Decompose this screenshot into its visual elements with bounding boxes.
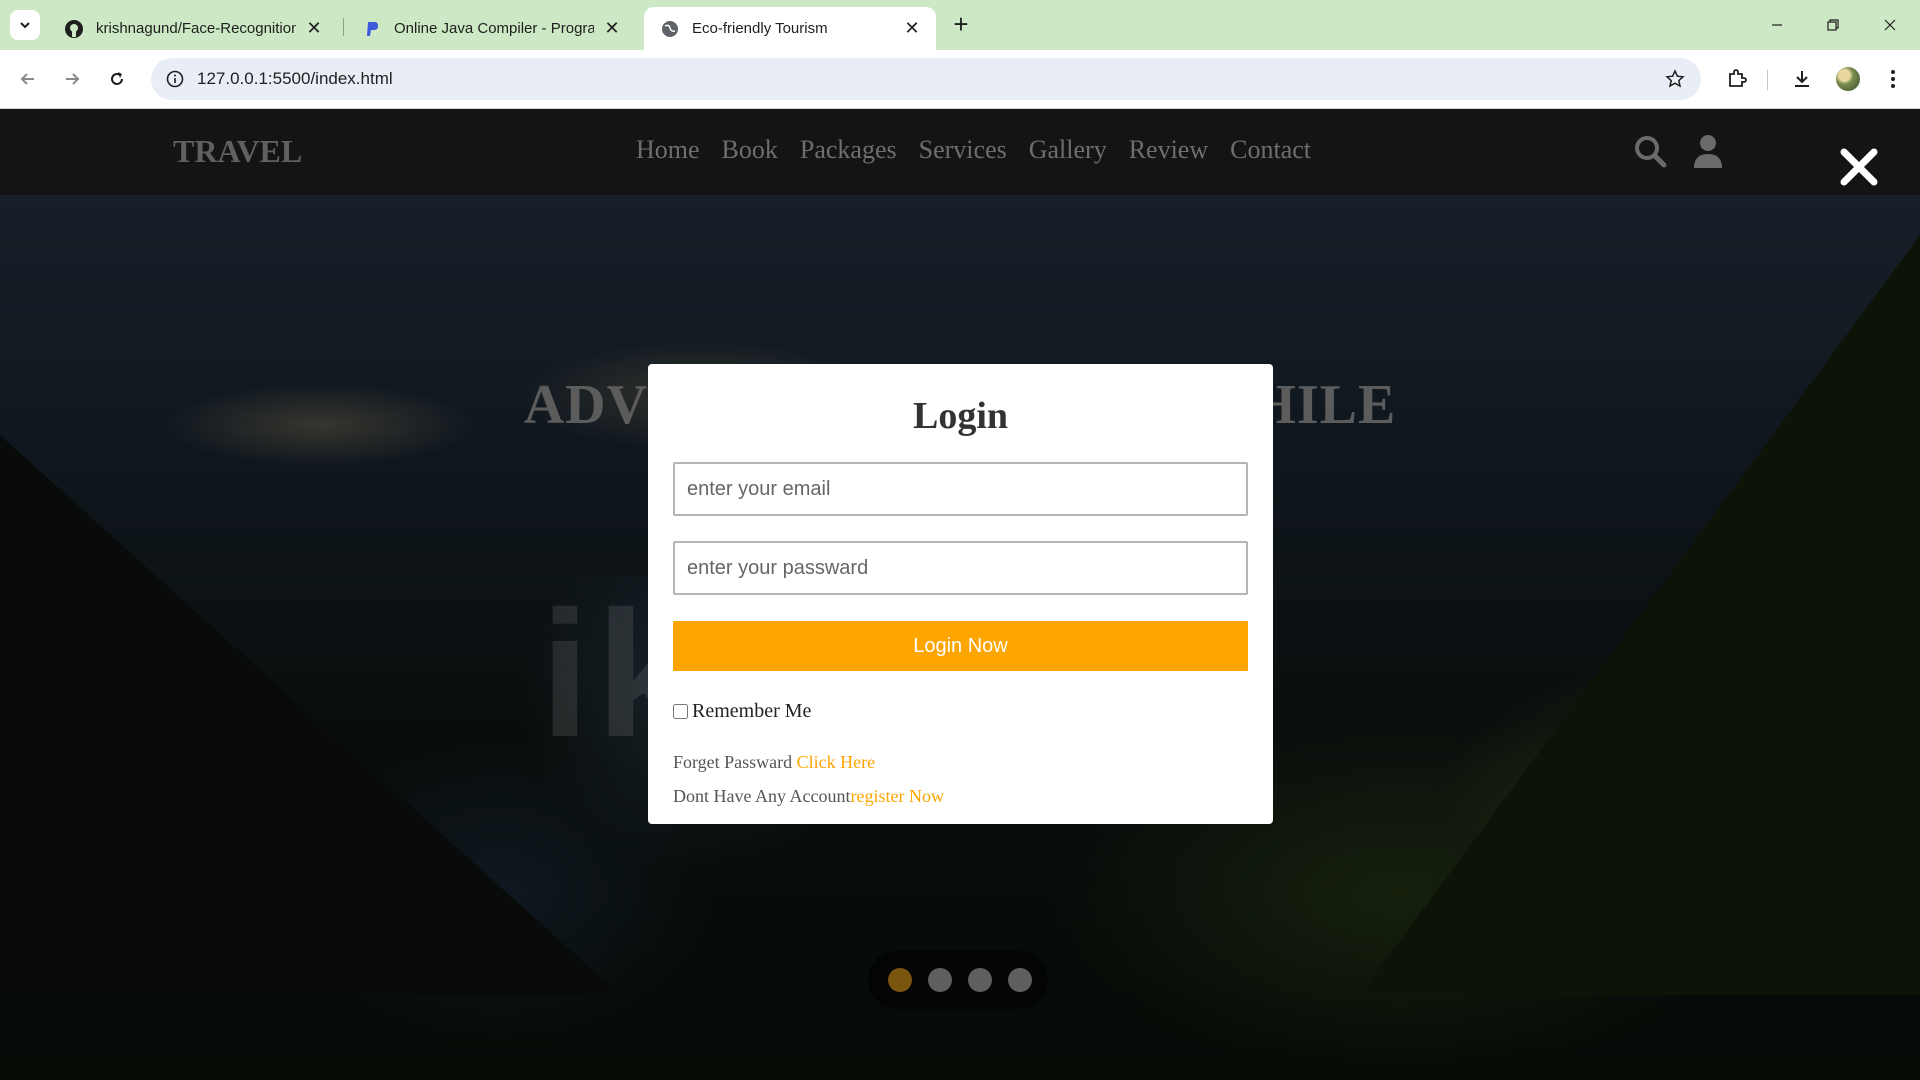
nav-review[interactable]: Review [1129, 135, 1208, 165]
address-bar[interactable]: 127.0.0.1:5500/index.html [151, 58, 1701, 100]
arrow-left-icon [20, 73, 34, 85]
extensions-button[interactable] [1722, 64, 1752, 94]
close-icon [1884, 19, 1896, 31]
profile-avatar[interactable] [1836, 67, 1860, 91]
slider-dot-2[interactable] [928, 968, 952, 992]
nav-home[interactable]: Home [636, 135, 700, 165]
forward-button[interactable] [57, 64, 87, 94]
login-modal: Login Login Now Remember Me Forget Passw… [648, 364, 1273, 824]
minimize-button[interactable] [1757, 10, 1797, 40]
close-icon[interactable]: ✕ [304, 18, 324, 39]
browser-menu-button[interactable] [1878, 64, 1908, 94]
register-link[interactable]: register Now [850, 786, 943, 806]
tab-search-button[interactable] [10, 10, 40, 40]
remember-label: Remember Me [692, 700, 812, 722]
password-field[interactable] [673, 541, 1248, 595]
nav-gallery[interactable]: Gallery [1029, 135, 1107, 165]
nav-services[interactable]: Services [919, 135, 1007, 165]
kebab-menu-icon [1891, 70, 1895, 88]
browser-tab-bar: krishnagund/Face-Recognition- ✕ Online J… [0, 0, 1920, 50]
window-close-button[interactable] [1870, 10, 1910, 40]
email-field[interactable] [673, 462, 1248, 516]
page-viewport: ik ADVENTURE IS WORTHWHILE TRAVEL Home B… [0, 109, 1920, 1080]
puzzle-icon [1729, 69, 1747, 87]
chevron-down-icon [20, 22, 30, 29]
slider-dot-1[interactable] [888, 968, 912, 992]
restore-icon [1827, 19, 1839, 31]
tab-title: krishnagund/Face-Recognition- [96, 20, 296, 37]
browser-tab-programiz[interactable]: Online Java Compiler - Program ✕ [346, 7, 636, 50]
arrow-right-icon [66, 73, 80, 85]
toolbar-divider [1767, 70, 1768, 90]
remember-checkbox[interactable] [673, 704, 688, 719]
user-icon[interactable] [1688, 131, 1728, 171]
register-line: Dont Have Any Accountregister Now [673, 786, 944, 807]
globe-icon [660, 19, 680, 39]
close-icon[interactable]: ✕ [602, 18, 622, 39]
programiz-icon [362, 19, 382, 39]
close-icon[interactable]: ✕ [902, 18, 922, 39]
back-button[interactable] [13, 64, 43, 94]
close-login-button[interactable] [1835, 143, 1883, 191]
login-title: Login [912, 395, 1009, 437]
tab-title: Eco-friendly Tourism [692, 20, 828, 37]
close-icon [1840, 148, 1878, 186]
url-text[interactable]: 127.0.0.1:5500/index.html [197, 69, 393, 89]
bookmark-star-icon[interactable] [1663, 67, 1687, 91]
github-icon [64, 19, 84, 39]
forgot-password-link[interactable]: Click Here [797, 752, 875, 772]
minimize-icon [1772, 24, 1782, 26]
tab-divider [343, 18, 344, 36]
login-button[interactable]: Login Now [673, 621, 1248, 671]
reload-icon [111, 72, 123, 85]
site-header: TRAVEL Home Book Packages Services Galle… [0, 109, 1920, 195]
tab-title: Online Java Compiler - Program [394, 20, 594, 37]
forgot-password-line: Forget Passward Click Here [673, 752, 875, 773]
search-icon[interactable] [1630, 131, 1670, 171]
main-nav: Home Book Packages Services Gallery Revi… [636, 135, 1311, 165]
nav-contact[interactable]: Contact [1230, 135, 1311, 165]
site-logo[interactable]: TRAVEL [173, 133, 302, 170]
remember-me[interactable]: Remember Me [673, 700, 811, 723]
forgot-text: Forget Passward [673, 752, 797, 772]
restore-button[interactable] [1813, 10, 1853, 40]
register-text: Dont Have Any Account [673, 786, 851, 806]
new-tab-button[interactable]: + [948, 11, 974, 38]
browser-tab-github[interactable]: krishnagund/Face-Recognition- ✕ [48, 7, 338, 50]
nav-packages[interactable]: Packages [800, 135, 897, 165]
nav-book[interactable]: Book [722, 135, 778, 165]
slider-dots [868, 951, 1048, 1009]
slider-dot-4[interactable] [1008, 968, 1032, 992]
browser-toolbar: 127.0.0.1:5500/index.html [0, 50, 1920, 109]
download-icon [1795, 71, 1809, 87]
slider-dot-3[interactable] [968, 968, 992, 992]
reload-button[interactable] [102, 64, 132, 94]
downloads-button[interactable] [1787, 64, 1817, 94]
site-info-icon[interactable] [161, 65, 189, 93]
browser-tab-eco-tourism[interactable]: Eco-friendly Tourism ✕ [644, 7, 936, 50]
